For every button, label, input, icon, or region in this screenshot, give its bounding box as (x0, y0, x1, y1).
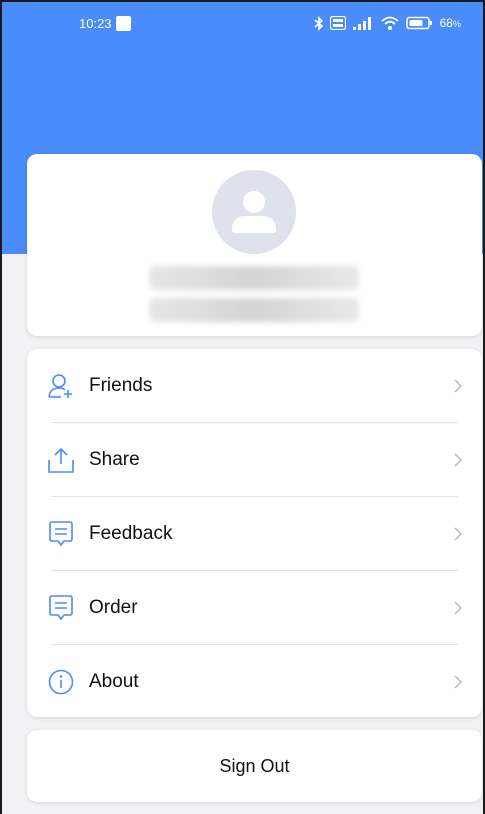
order-icon (49, 594, 73, 620)
sign-out-button[interactable]: Sign Out (27, 730, 482, 802)
volte-icon (329, 16, 346, 30)
menu-card: Friends Share Feedback Order About (27, 349, 482, 717)
add-friend-icon (48, 373, 72, 398)
user-avatar-icon[interactable] (212, 170, 296, 254)
notification-icon (115, 16, 131, 31)
menu-item-friends[interactable]: Friends (27, 349, 482, 422)
chevron-right-icon (454, 527, 462, 540)
signal-icon (352, 17, 371, 30)
app-screen: 10:23 68% Friends Share Feedback Order A… (0, 0, 485, 814)
chevron-right-icon (454, 453, 462, 466)
share-icon (48, 447, 74, 473)
chevron-right-icon (454, 675, 462, 688)
status-time-group: 10:23 (79, 16, 131, 31)
menu-item-label: About (89, 670, 139, 692)
info-icon (48, 669, 74, 694)
menu-item-share[interactable]: Share (27, 423, 482, 496)
chevron-right-icon (454, 379, 462, 392)
chevron-right-icon (454, 601, 462, 614)
menu-item-label: Order (89, 596, 138, 618)
battery-icon (405, 16, 432, 30)
battery-level: 68% (440, 16, 461, 30)
blurred-username (149, 266, 359, 290)
menu-item-about[interactable]: About (27, 645, 482, 718)
menu-item-feedback[interactable]: Feedback (27, 497, 482, 570)
menu-item-label: Feedback (89, 522, 173, 544)
profile-card[interactable] (27, 154, 482, 336)
menu-item-order[interactable]: Order (27, 571, 482, 644)
wifi-icon (381, 16, 399, 30)
battery-suffix: % (452, 19, 461, 29)
blurred-user-info (149, 298, 359, 322)
status-bar: 10:23 68% (2, 2, 483, 46)
status-time: 10:23 (79, 16, 112, 31)
sign-out-label: Sign Out (219, 755, 290, 776)
menu-item-label: Share (89, 448, 140, 470)
feedback-icon (49, 520, 73, 546)
menu-item-label: Friends (89, 374, 153, 396)
bluetooth-icon (314, 15, 323, 31)
status-icons: 68% (314, 15, 461, 31)
battery-percent: 68 (439, 16, 453, 30)
